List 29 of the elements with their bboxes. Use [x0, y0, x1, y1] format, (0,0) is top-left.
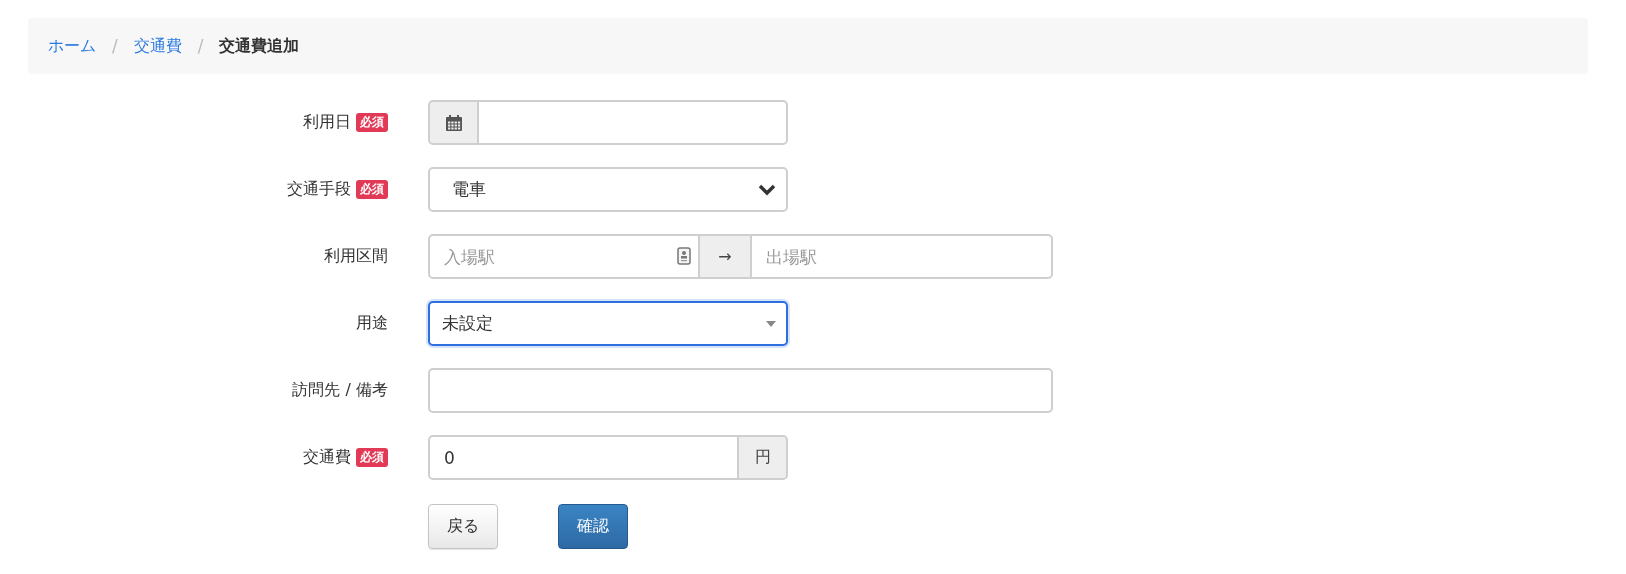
amount-field[interactable]: 0 — [428, 435, 738, 480]
field-label: 訪問先 / 備考 — [292, 380, 388, 401]
input-field[interactable]: 入場駅 — [428, 234, 699, 279]
confirm-button[interactable]: 確認 — [558, 504, 628, 549]
select-field[interactable]: 未設定 — [428, 301, 788, 346]
breadcrumb-separator: / — [197, 36, 204, 56]
required-badge: 必須 — [356, 448, 388, 467]
caret-down-icon — [766, 320, 776, 327]
field-label: 利用区間 — [324, 246, 388, 267]
arrow-label: → — [699, 234, 751, 279]
input-field[interactable]: 出場駅 — [751, 234, 1053, 279]
required-badge: 必須 — [356, 113, 388, 132]
field-label: 用途 — [356, 313, 388, 334]
chevron-down-icon — [758, 183, 776, 196]
unit-label: 円 — [738, 435, 788, 480]
field-label: 利用日 — [303, 112, 351, 133]
date-field[interactable] — [478, 100, 788, 145]
breadcrumb-link[interactable]: ホーム — [48, 35, 96, 57]
required-badge: 必須 — [356, 180, 388, 199]
breadcrumb-current: 交通費追加 — [219, 35, 300, 57]
contact-card-icon[interactable] — [677, 247, 691, 265]
field-label: 交通手段 — [287, 179, 351, 200]
breadcrumb-separator: / — [112, 36, 118, 56]
select-field[interactable]: 電車 — [428, 167, 788, 212]
calendar-icon — [444, 113, 463, 132]
field-label: 交通費 — [303, 447, 351, 468]
breadcrumb-link[interactable]: 交通費 — [133, 35, 182, 57]
back-button[interactable]: 戻る — [428, 504, 498, 549]
input-field[interactable] — [428, 368, 1053, 413]
